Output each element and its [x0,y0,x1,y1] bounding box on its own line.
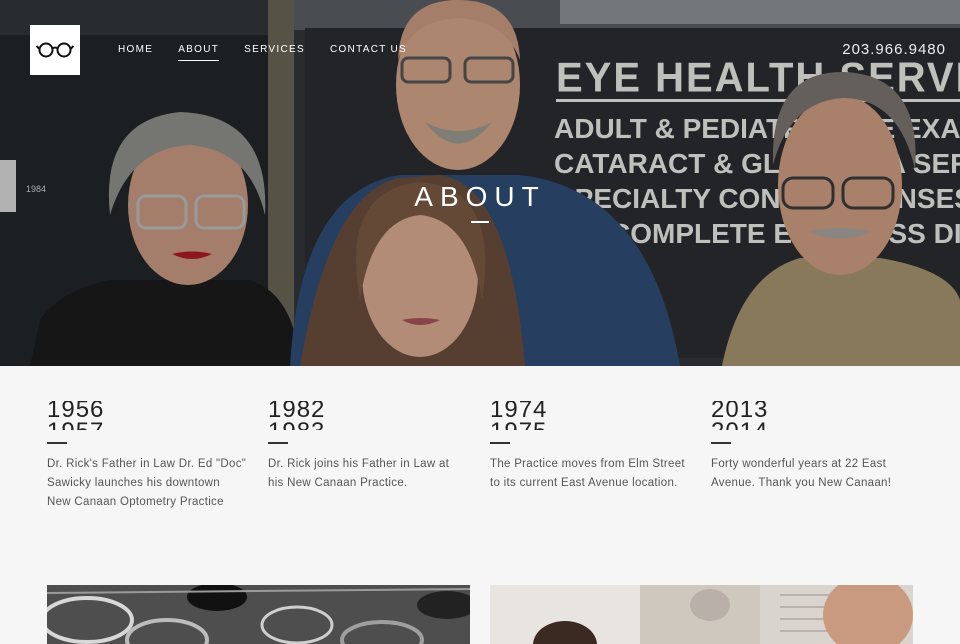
year-underline [268,442,288,444]
nav-about[interactable]: ABOUT [178,44,220,61]
timeline-item: 1956 1957 Dr. Rick's Father in Law Dr. E… [47,366,247,512]
eyeglasses-photo [47,585,470,644]
eyeglasses-icon [36,42,74,58]
year-underline [490,442,510,444]
timeline-description: Dr. Rick's Father in Law Dr. Ed "Doc" Sa… [47,458,247,508]
year-underline [47,442,67,444]
timeline-year: 1956 1957 [47,366,247,430]
site-logo[interactable] [30,25,80,75]
history-timeline: 1956 1957 Dr. Rick's Father in Law Dr. E… [0,366,960,584]
timeline-description: Forty wonderful years at 22 East Avenue.… [711,458,892,489]
year-current: 1983 [268,420,325,431]
timeline-item: 2013 2014 Forty wonderful years at 22 Ea… [711,366,911,493]
year-underline [711,442,731,444]
year-current: 1957 [47,420,104,431]
year-current: 1975 [490,420,547,431]
staff-photo [490,585,913,644]
timeline-description: Dr. Rick joins his Father in Law at his … [268,458,450,489]
timeline-description: The Practice moves from Elm Street to it… [490,458,685,489]
main-nav: HOME ABOUT SERVICES CONTACT US [118,44,432,61]
phone-number[interactable]: 203.966.9480 [842,41,946,58]
page-title: ABOUT [414,181,546,212]
timeline-year: 1974 1975 [490,366,690,430]
nav-home[interactable]: HOME [118,44,153,61]
hero-banner: EYE HEALTH SERVICES ADULT & PEDIATRIC EY… [0,0,960,366]
timeline-year: 1982 1983 [268,366,468,430]
timeline-item: 1982 1983 Dr. Rick joins his Father in L… [268,366,468,493]
nav-contact-us[interactable]: CONTACT US [330,44,407,61]
nav-services[interactable]: SERVICES [244,44,305,61]
timeline-item: 1974 1975 The Practice moves from Elm St… [490,366,690,493]
title-divider [471,221,489,223]
year-current: 2014 [711,420,768,431]
timeline-year: 2013 2014 [711,366,911,430]
